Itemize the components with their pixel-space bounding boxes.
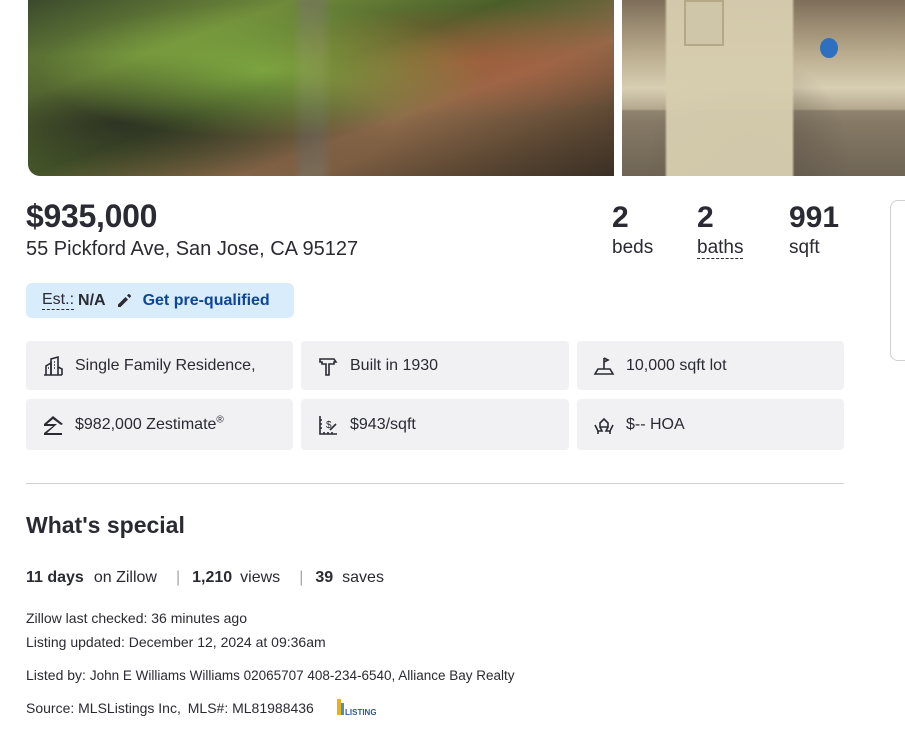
fact-year-built-text: Built in 1930 [350, 356, 439, 374]
fact-lot-size-text: 10,000 sqft lot [626, 356, 727, 374]
mls-logo-text: LISTINGS [345, 708, 376, 717]
estimate-value: N/A [78, 291, 106, 309]
sqft-count: 991 [789, 201, 840, 234]
views-count: 1,210 [192, 569, 233, 586]
listing-updated-text: Listing updated: December 12, 2024 at 09… [26, 634, 326, 650]
pencil-icon[interactable] [116, 293, 132, 309]
mls-number: MLS#: ML81988436 [187, 700, 314, 716]
price-per-sqft-icon: $ [316, 413, 340, 437]
listed-by-label: Listed by: [26, 667, 86, 683]
fact-home-type: Single Family Residence, [26, 341, 293, 390]
fact-price-per-sqft: $ $943/sqft [301, 399, 569, 450]
fact-zestimate-text: $982,000 Zestimate® [75, 414, 224, 433]
stat-separator: | [299, 569, 304, 586]
photo-gallery [28, 0, 905, 176]
listing-price: $935,000 [26, 198, 158, 234]
hammer-icon [316, 354, 340, 378]
days-on-zillow-label: on Zillow [93, 569, 157, 586]
side-contact-card [890, 200, 905, 361]
listing-photo-garden[interactable] [28, 0, 614, 176]
fact-hoa-text: $-- HOA [626, 415, 685, 433]
beds-stat: 2 beds [612, 200, 653, 260]
baths-label[interactable]: baths [697, 237, 744, 259]
registered-mark: ® [216, 414, 224, 426]
lot-size-icon [592, 354, 616, 378]
saves-label: saves [342, 569, 384, 586]
whats-special-heading: What's special [26, 512, 185, 538]
engagement-stats: 11 days on Zillow | 1,210 views | 39 sav… [26, 569, 384, 587]
stat-separator: | [175, 569, 181, 586]
fact-lot-size: 10,000 sqft lot [577, 341, 844, 390]
last-checked-text: Zillow last checked: 36 minutes ago [26, 610, 247, 626]
building-icon [41, 354, 65, 378]
listed-by-value: John E Williams Williams 02065707 408-23… [89, 668, 515, 683]
estimate-label[interactable]: Est.: [42, 291, 75, 310]
fact-price-per-sqft-text: $943/sqft [350, 415, 416, 433]
estimate-pill: Est.: N/A Get pre-qualified [26, 283, 294, 318]
mls-listings-logo: LISTINGS [336, 695, 383, 719]
views-label: views [240, 569, 281, 586]
days-on-zillow-count: 11 days [26, 569, 84, 586]
listed-by-text: Listed by: John E Williams Williams 0206… [26, 667, 515, 683]
hoa-hands-icon [592, 413, 616, 437]
fact-home-type-text: Single Family Residence, [75, 356, 256, 374]
zillow-logo-icon [41, 413, 65, 437]
baths-stat[interactable]: 2 baths [697, 200, 744, 260]
beds-label: beds [612, 237, 654, 258]
fact-year-built: Built in 1930 [301, 341, 569, 390]
sqft-stat: 991 sqft [789, 200, 839, 260]
baths-count: 2 [697, 201, 714, 234]
listing-address: 55 Pickford Ave, San Jose, CA 95127 [26, 238, 359, 260]
saves-count: 39 [315, 569, 334, 586]
section-divider [26, 483, 844, 484]
get-prequalified-link[interactable]: Get pre-qualified [143, 292, 270, 310]
beds-count: 2 [612, 201, 629, 234]
listing-photo-shed[interactable] [622, 0, 905, 176]
source-label: Source: MLSListings Inc, [26, 700, 181, 716]
fact-zestimate[interactable]: $982,000 Zestimate® [26, 399, 293, 450]
source-text: Source: MLSListings Inc, MLS#: ML8198843… [26, 700, 314, 716]
sqft-label: sqft [789, 237, 820, 258]
fact-hoa: $-- HOA [577, 399, 844, 450]
